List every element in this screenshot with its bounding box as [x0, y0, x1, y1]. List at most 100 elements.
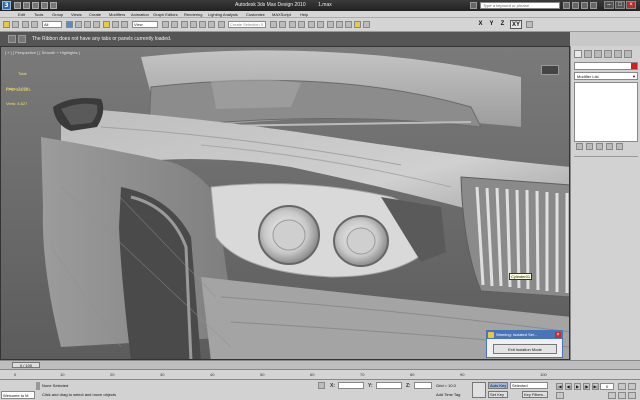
time-slider[interactable]: 0 / 100 [12, 362, 40, 368]
axis-y-button[interactable]: Y [487, 20, 496, 29]
search-go-icon[interactable] [563, 2, 570, 9]
rectangle-selection-icon[interactable] [84, 21, 91, 28]
search-input[interactable]: Type a keyword or phrase [480, 2, 560, 9]
y-coord-field[interactable] [376, 382, 402, 389]
play-icon[interactable]: ▶ [574, 383, 581, 390]
rendered-frame-icon[interactable] [345, 21, 352, 28]
viewcube-icon[interactable] [541, 65, 559, 75]
z-coord-field[interactable] [414, 382, 432, 389]
set-key-button[interactable]: Set Key [488, 391, 508, 398]
object-name-field[interactable] [574, 62, 638, 70]
material-editor-icon[interactable] [327, 21, 334, 28]
modifier-stack[interactable] [574, 82, 638, 142]
named-selection-dropdown[interactable]: Create Selection S [228, 21, 266, 28]
zoom-all-icon[interactable] [628, 383, 636, 390]
edit-named-selection-icon[interactable] [218, 21, 225, 28]
maxscript-listener[interactable]: Welcome to M [1, 391, 35, 399]
menu-modifiers[interactable]: Modifiers [109, 12, 125, 17]
goto-start-icon[interactable]: |◀ [556, 383, 563, 390]
snaps-toggle-icon[interactable] [181, 21, 188, 28]
create-tab-icon[interactable] [574, 50, 582, 58]
menu-maxscript[interactable]: MAXScript [272, 12, 291, 17]
mirror-icon[interactable] [270, 21, 277, 28]
perspective-viewport[interactable]: [ + ] [ Perspective ] [ Smooth + Highlig… [0, 46, 570, 360]
orbit-icon[interactable] [618, 392, 626, 399]
menu-animation[interactable]: Animation [131, 12, 149, 17]
unlink-icon[interactable] [31, 21, 38, 28]
menu-group[interactable]: Group [52, 12, 63, 17]
axis-xy-button[interactable]: XY [510, 20, 522, 29]
manipulate-icon[interactable] [171, 21, 178, 28]
render-iterative-icon[interactable] [363, 21, 370, 28]
x-coord-field[interactable] [338, 382, 364, 389]
curve-editor-icon[interactable] [308, 21, 315, 28]
menu-tools[interactable]: Tools [34, 12, 43, 17]
maximize-viewport-icon[interactable] [628, 392, 636, 399]
schematic-view-icon[interactable] [317, 21, 324, 28]
save-file-icon[interactable] [32, 2, 39, 9]
subscription-icon[interactable] [572, 2, 579, 9]
menu-help[interactable]: Help [300, 12, 308, 17]
ribbon-minimize-icon[interactable] [8, 35, 16, 43]
axis-x-button[interactable]: X [476, 20, 485, 29]
remove-modifier-icon[interactable] [606, 143, 613, 150]
reference-coordinate-dropdown[interactable]: View [132, 21, 158, 28]
constraint-extra-icon[interactable] [526, 21, 533, 28]
align-icon[interactable] [279, 21, 286, 28]
time-config-icon[interactable] [556, 392, 564, 399]
spinner-snap-icon[interactable] [208, 21, 215, 28]
pin-stack-icon[interactable] [576, 143, 583, 150]
track-bar[interactable]: 0 10 20 30 40 50 60 70 80 90 100 [0, 369, 640, 379]
undo-tool-icon[interactable] [3, 21, 10, 28]
selection-filter-dropdown[interactable]: All [42, 21, 62, 28]
render-production-icon[interactable] [354, 21, 361, 28]
menu-customize[interactable]: Customize [246, 12, 265, 17]
show-end-result-icon[interactable] [586, 143, 593, 150]
layer-manager-icon[interactable] [289, 21, 296, 28]
key-filters-button[interactable]: Key Filters... [522, 391, 548, 398]
graphite-toggle-icon[interactable] [298, 21, 305, 28]
pan-icon[interactable] [608, 392, 616, 399]
utilities-tab-icon[interactable] [624, 50, 632, 58]
menu-create[interactable]: Create [89, 12, 101, 17]
new-file-icon[interactable] [14, 2, 21, 9]
help-icon[interactable] [590, 2, 597, 9]
menu-rendering[interactable]: Rendering [184, 12, 202, 17]
modifier-list-dropdown[interactable]: Modifier List ▼ [574, 72, 638, 80]
auto-key-button[interactable]: Auto Key [488, 382, 508, 389]
select-object-icon[interactable] [66, 21, 73, 28]
maximize-button[interactable]: □ [615, 1, 625, 9]
window-crossing-icon[interactable] [93, 21, 100, 28]
motion-tab-icon[interactable] [604, 50, 612, 58]
modify-tab-icon[interactable] [584, 50, 592, 58]
selection-lock-icon[interactable] [36, 382, 40, 390]
undo-icon[interactable] [41, 2, 48, 9]
current-frame-field[interactable]: 0 [600, 383, 614, 390]
menu-graph-editors[interactable]: Graph Editors [153, 12, 178, 17]
percent-snap-icon[interactable] [199, 21, 206, 28]
menu-lighting-analysis[interactable]: Lighting Analysis [208, 12, 238, 17]
next-frame-icon[interactable]: |▶ [583, 383, 590, 390]
redo-icon[interactable] [50, 2, 57, 9]
pivot-center-icon[interactable] [162, 21, 169, 28]
make-unique-icon[interactable] [596, 143, 603, 150]
open-file-icon[interactable] [23, 2, 30, 9]
favorites-star-icon[interactable] [581, 2, 588, 9]
redo-tool-icon[interactable] [12, 21, 19, 28]
prev-frame-icon[interactable]: ◀| [565, 383, 572, 390]
axis-z-button[interactable]: Z [498, 20, 507, 29]
set-key-big-icon[interactable] [472, 382, 486, 398]
minimize-button[interactable]: – [604, 1, 614, 9]
angle-snap-icon[interactable] [190, 21, 197, 28]
add-time-tag[interactable]: Add Time Tag [436, 392, 460, 397]
object-color-swatch[interactable] [631, 63, 637, 69]
select-move-icon[interactable] [103, 21, 110, 28]
goto-end-icon[interactable]: ▶| [592, 383, 599, 390]
select-link-icon[interactable] [22, 21, 29, 28]
infocenter-icon[interactable] [470, 2, 477, 9]
configure-sets-icon[interactable] [616, 143, 623, 150]
select-scale-icon[interactable] [121, 21, 128, 28]
menu-edit[interactable]: Edit [18, 12, 25, 17]
exit-isolation-button[interactable]: Exit Isolation Mode [493, 344, 557, 354]
viewport-label[interactable]: [ + ] [ Perspective ] [ Smooth + Highlig… [5, 50, 80, 55]
